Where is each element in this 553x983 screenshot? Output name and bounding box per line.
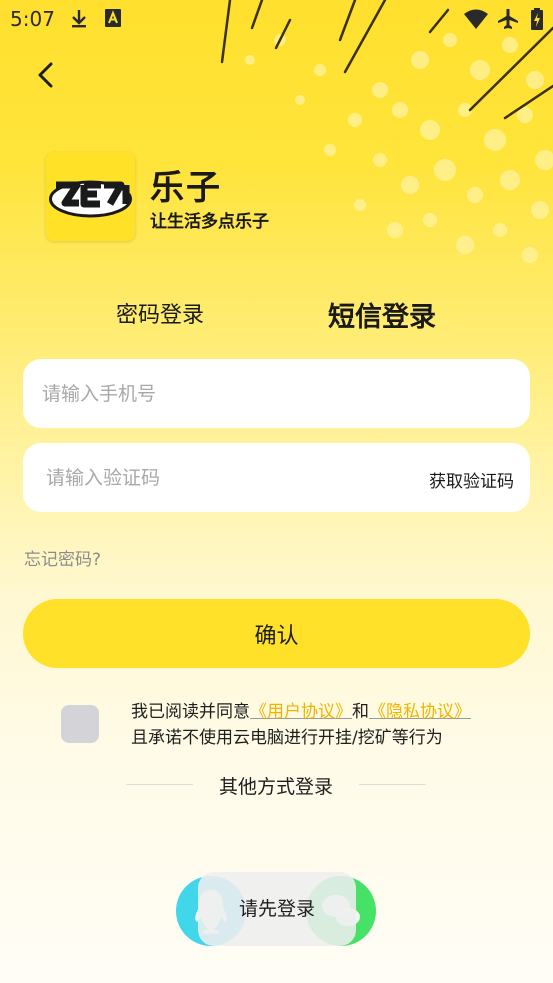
background-burst-pattern bbox=[220, 0, 553, 263]
wifi-icon bbox=[464, 9, 488, 29]
app-logo bbox=[46, 152, 135, 241]
verification-code-input[interactable] bbox=[46, 443, 416, 512]
status-bar: 5:07 bbox=[0, 0, 553, 38]
other-login-label: 其他方式登录 bbox=[218, 776, 333, 798]
agreement-prefix: 我已阅读并同意 bbox=[131, 702, 250, 722]
app-slogan: 让生活多点乐子 bbox=[150, 212, 269, 232]
other-login-divider: 其他方式登录 bbox=[126, 770, 426, 800]
user-agreement-link[interactable]: 《用户协议》 bbox=[250, 702, 352, 722]
airplane-mode-icon bbox=[498, 9, 518, 29]
chevron-left-icon bbox=[38, 62, 53, 88]
agreement-checkbox[interactable] bbox=[61, 705, 99, 743]
back-button[interactable] bbox=[28, 56, 64, 96]
divider-line-right bbox=[359, 784, 426, 785]
status-time: 5:07 bbox=[10, 7, 55, 31]
code-field: 获取验证码 bbox=[23, 443, 530, 512]
agreement-line-2: 且承诺不使用云电脑进行开挂/挖矿等行为 bbox=[131, 728, 443, 748]
get-code-button[interactable]: 获取验证码 bbox=[429, 467, 514, 492]
accessibility-icon bbox=[105, 9, 121, 27]
confirm-button[interactable]: 确认 bbox=[23, 599, 530, 668]
forgot-password-link[interactable]: 忘记密码? bbox=[24, 545, 101, 570]
phone-input[interactable] bbox=[42, 359, 512, 428]
login-required-toast: 请先登录 bbox=[198, 872, 356, 946]
privacy-policy-link[interactable]: 《隐私协议》 bbox=[369, 702, 471, 722]
app-name: 乐子 bbox=[150, 168, 222, 208]
agreement-and: 和 bbox=[352, 702, 369, 722]
logo-mark bbox=[46, 152, 135, 241]
tab-sms-login[interactable]: 短信登录 bbox=[328, 295, 436, 334]
download-icon bbox=[72, 10, 86, 28]
tab-password-login[interactable]: 密码登录 bbox=[116, 297, 204, 329]
agreement-text: 我已阅读并同意《用户协议》和《隐私协议》 且承诺不使用云电脑进行开挂/挖矿等行为 bbox=[131, 699, 471, 751]
battery-charging-icon bbox=[531, 8, 543, 30]
agreement-line-1: 我已阅读并同意《用户协议》和《隐私协议》 bbox=[131, 699, 471, 725]
phone-field bbox=[23, 359, 530, 428]
